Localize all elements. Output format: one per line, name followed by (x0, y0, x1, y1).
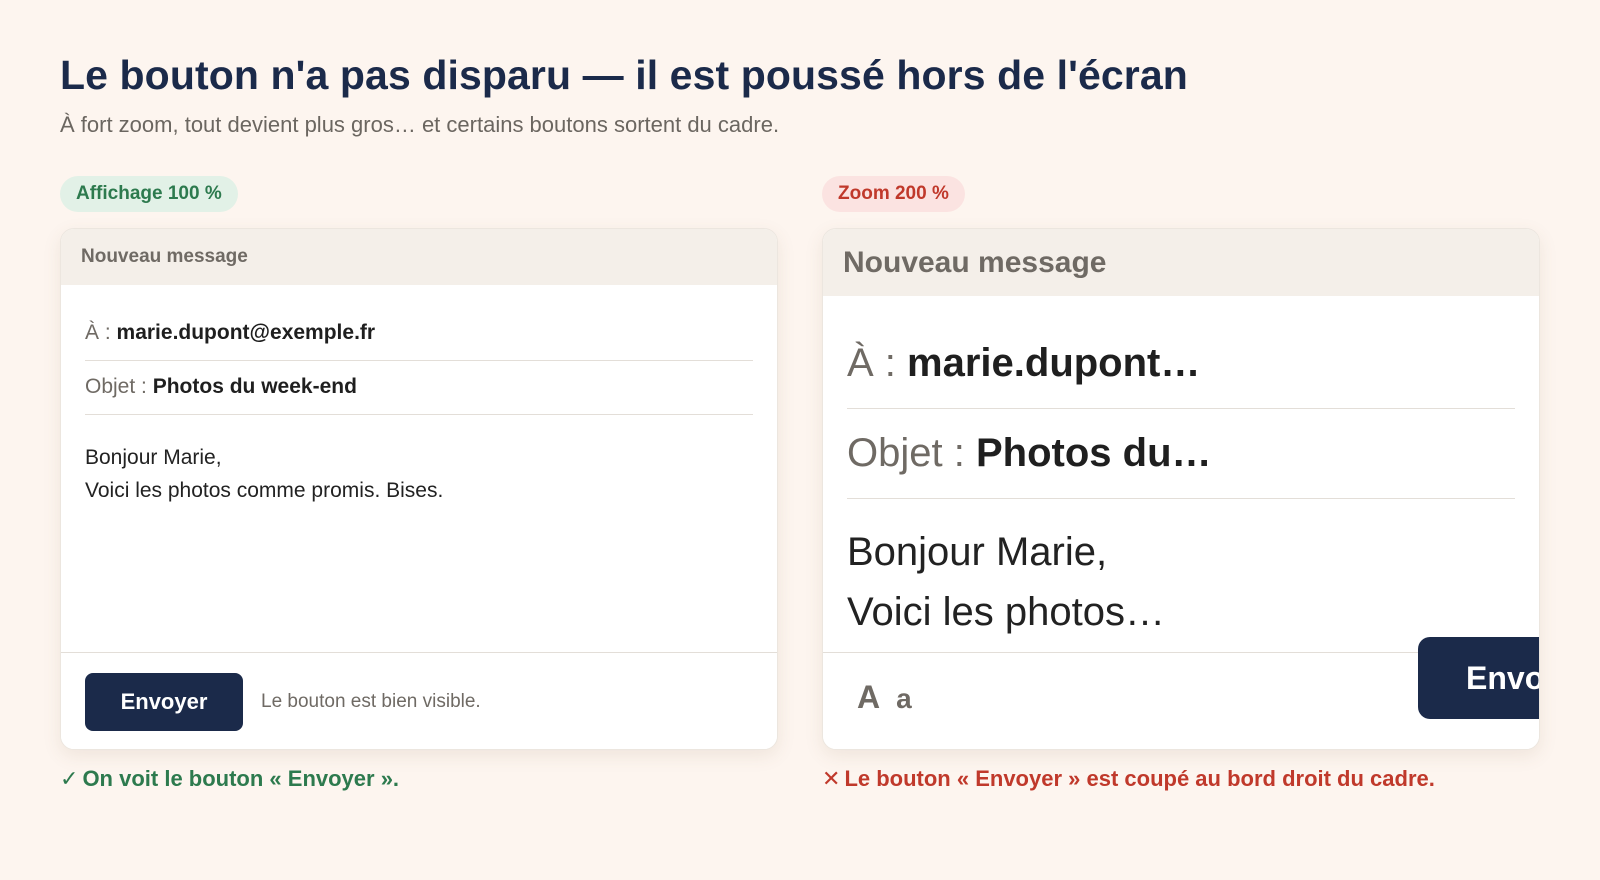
text-format-button[interactable]: Aa (857, 679, 914, 716)
page-subtitle: À fort zoom, tout devient plus gros… et … (60, 112, 780, 137)
email-window-zoomed: Nouveau message À : marie.dupont… Objet … (822, 228, 1540, 750)
to-value: marie.dupont… (907, 341, 1201, 385)
badge-zoom-view: Zoom 200 % (822, 176, 965, 212)
to-label: À : (847, 341, 896, 385)
window-footer: Envoyer Le bouton est bien visible. (61, 652, 777, 749)
window-footer: Aa Envo (823, 637, 1539, 749)
cross-icon: ✕ (822, 766, 841, 791)
subject-field[interactable]: Objet : Photos du week-end (85, 360, 753, 415)
message-line-2: Voici les photos… (847, 590, 1165, 634)
message-line-1: Bonjour Marie, (85, 446, 222, 469)
font-size-large-icon: A (857, 679, 883, 715)
window-title-bar: Nouveau message (61, 229, 777, 285)
subject-label: Objet : (847, 431, 965, 475)
font-size-small-icon: a (896, 683, 914, 714)
subject-value: Photos du… (975, 431, 1212, 475)
message-line-1: Bonjour Marie, (847, 530, 1108, 574)
badge-normal-view: Affichage 100 % (60, 176, 238, 212)
caption-zoom: ✕ Le bouton « Envoyer » est coupé au bord… (822, 766, 1435, 792)
caption-normal: ✓ On voit le bouton « Envoyer ». (60, 766, 399, 792)
send-button[interactable]: Envoyer (85, 673, 243, 731)
to-value: marie.dupont@exemple.fr (116, 321, 376, 344)
to-field[interactable]: À : marie.dupont… (847, 318, 1515, 409)
to-label: À : (85, 321, 111, 344)
message-body[interactable]: Bonjour Marie, Voici les photos comme pr… (85, 441, 443, 507)
subject-value: Photos du week-end (152, 375, 357, 398)
email-window-normal: Nouveau message À : marie.dupont@exemple… (60, 228, 778, 750)
message-line-2: Voici les photos comme promis. Bises. (85, 479, 444, 502)
message-body[interactable]: Bonjour Marie, Voici les photos… (847, 522, 1165, 642)
check-icon: ✓ (60, 766, 79, 791)
send-button-clipped[interactable]: Envo (1418, 637, 1539, 719)
page-title: Le bouton n'a pas disparu — il est pouss… (60, 52, 1188, 98)
subject-label: Objet : (85, 375, 147, 398)
caption-zoom-text: Le bouton « Envoyer » est coupé au bord … (844, 766, 1435, 791)
subject-field[interactable]: Objet : Photos du… (847, 408, 1515, 499)
to-field[interactable]: À : marie.dupont@exemple.fr (85, 306, 753, 361)
footer-note: Le bouton est bien visible. (261, 691, 481, 712)
window-title-bar: Nouveau message (823, 229, 1539, 296)
caption-normal-text: On voit le bouton « Envoyer ». (82, 766, 400, 791)
